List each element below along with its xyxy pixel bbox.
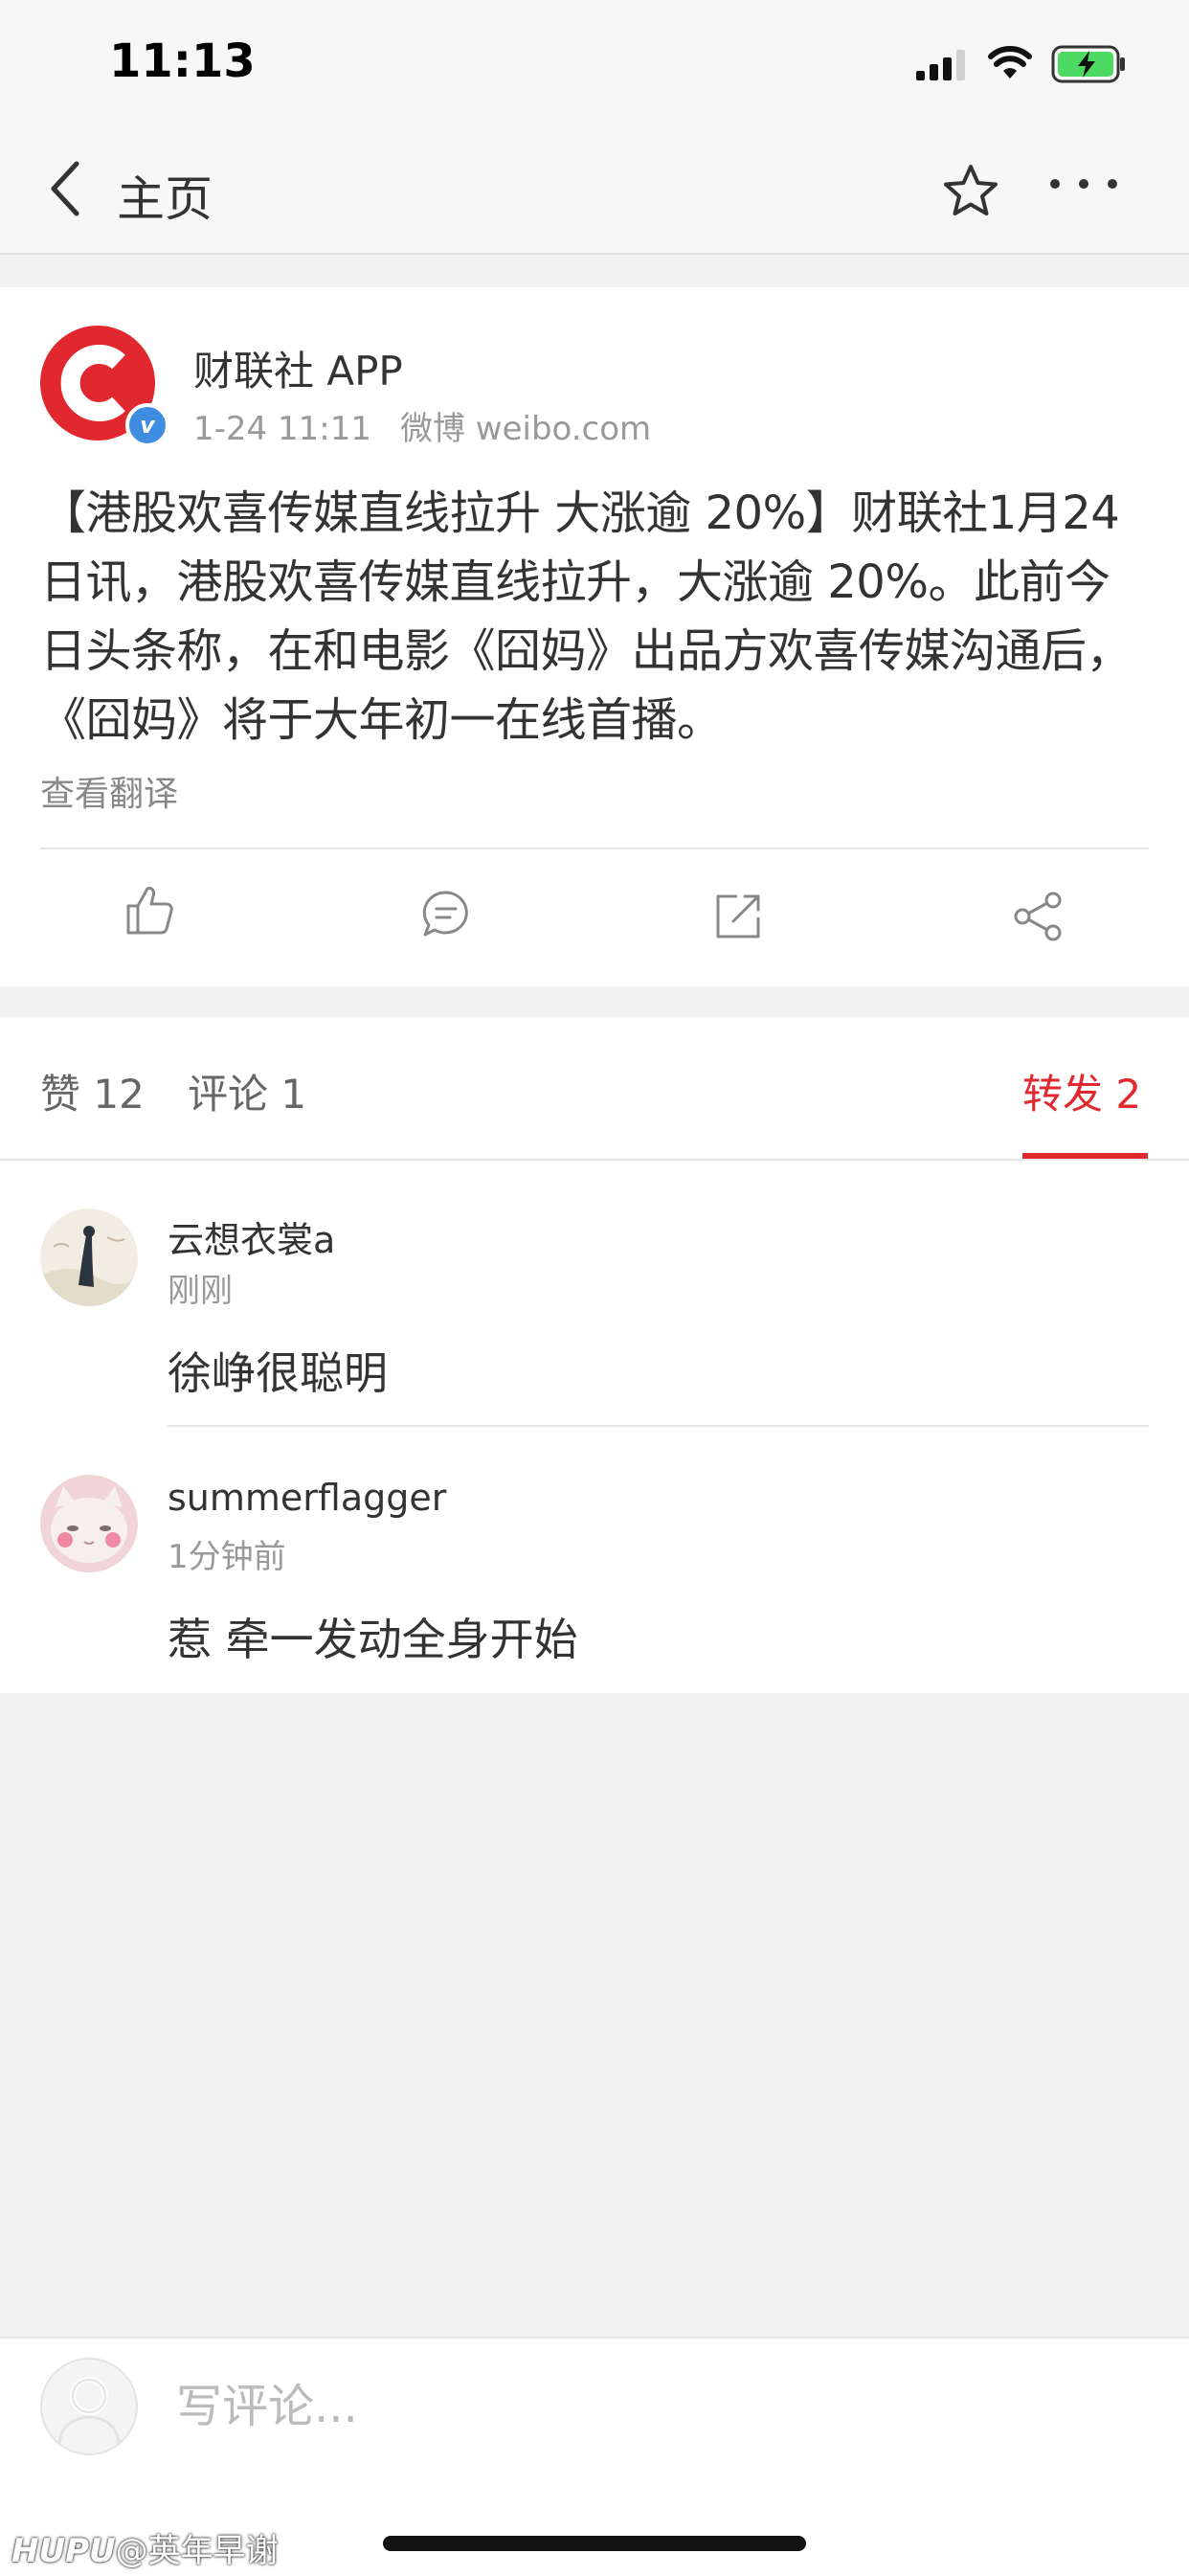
my-avatar[interactable]: [40, 2358, 138, 2455]
post-date: 1-24 11:11: [193, 410, 371, 448]
repost-time: 刚刚: [168, 1272, 233, 1310]
back-button-label[interactable]: 主页: [117, 161, 213, 230]
status-time: 11:13: [109, 34, 256, 88]
tab-likes[interactable]: 赞 12: [40, 1062, 145, 1120]
comment-icon[interactable]: [421, 889, 471, 938]
home-indicator[interactable]: [383, 2536, 806, 2551]
watermark: HUPU@英年早谢: [11, 2524, 279, 2571]
battery-charging-icon: [1051, 45, 1125, 83]
repost-icon[interactable]: [714, 893, 762, 940]
more-options-icon[interactable]: [1049, 178, 1118, 190]
repost-avatar[interactable]: [40, 1475, 138, 1572]
verified-badge: v: [125, 403, 169, 447]
wifi-icon: [988, 46, 1032, 79]
default-user-icon: [57, 2377, 121, 2445]
like-icon[interactable]: [123, 883, 176, 937]
repost-text: 徐峥很聪明: [168, 1347, 388, 1399]
post-body: 【港股欢喜传媒直线拉升 大涨逾 20%】财联社1月24日讯，港股欢喜传媒直线拉升…: [40, 486, 1133, 747]
cellular-signal-icon: [916, 50, 965, 80]
watermark-brand: HUPU: [11, 2532, 116, 2570]
translate-link[interactable]: 查看翻译: [40, 766, 178, 816]
share-icon[interactable]: [1013, 891, 1065, 942]
repost-avatar[interactable]: [40, 1209, 138, 1306]
repost-time: 1分钟前: [168, 1538, 286, 1576]
painting-avatar-image: [40, 1209, 138, 1306]
list-divider: [168, 1425, 1149, 1427]
card-divider: [40, 847, 1149, 849]
repost-user-name[interactable]: summerflagger: [168, 1477, 446, 1519]
author-name[interactable]: 财联社 APP: [193, 339, 403, 397]
favorite-star-icon[interactable]: [942, 163, 999, 218]
repost-text: 惹 牵一发动全身开始: [168, 1614, 578, 1665]
tab-reposts[interactable]: 转发 2: [1022, 1062, 1141, 1120]
tab-comments[interactable]: 评论 1: [188, 1062, 306, 1120]
engagement-tabs: [0, 1017, 1189, 1161]
repost-user-name[interactable]: 云想衣裳a: [168, 1210, 335, 1263]
post-source: 微博 weibo.com: [399, 410, 652, 448]
watermark-handle: @英年早谢: [115, 2532, 279, 2570]
active-tab-indicator: [1022, 1153, 1148, 1159]
comment-input[interactable]: [176, 2373, 1038, 2440]
post-meta: 1-24 11:11 微博 weibo.com: [193, 402, 651, 449]
back-chevron-icon[interactable]: [48, 158, 82, 219]
cat-avatar-image: [40, 1475, 138, 1572]
